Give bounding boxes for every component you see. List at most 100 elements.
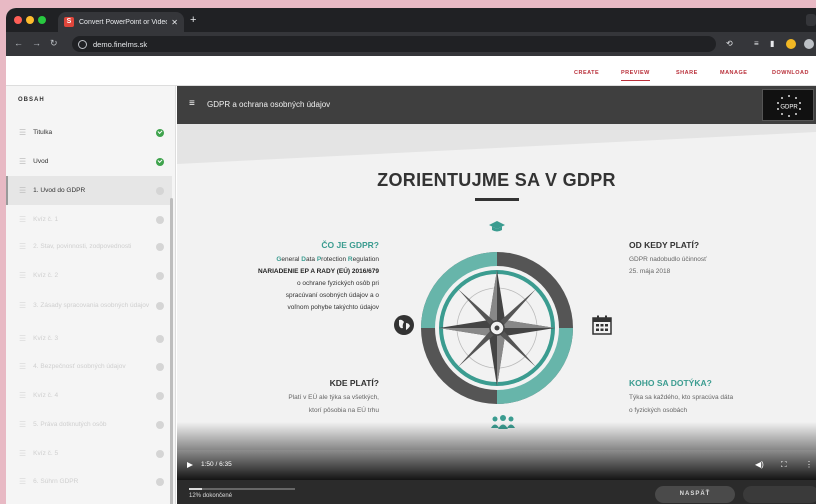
sidebar-item-label: Kvíz č. 1 bbox=[33, 216, 59, 223]
nav-manage[interactable]: MANAGE bbox=[720, 70, 747, 76]
browser-tab[interactable]: S Convert PowerPoint or Video ✕ bbox=[58, 12, 184, 32]
tab-favicon-icon: S bbox=[64, 17, 74, 27]
play-icon[interactable] bbox=[187, 462, 193, 468]
status-dot-icon bbox=[156, 215, 164, 224]
drag-handle-icon: ☰ bbox=[19, 419, 27, 429]
calendar-icon bbox=[592, 315, 612, 335]
sidebar-item-label: Kvíz č. 4 bbox=[33, 392, 59, 399]
tab-close-icon[interactable]: ✕ bbox=[171, 18, 178, 27]
graduation-cap-icon bbox=[489, 221, 505, 232]
next-button[interactable] bbox=[743, 486, 816, 503]
reload-icon[interactable]: ↻ bbox=[50, 38, 58, 49]
sidebar-item-label: 3. Zásady spracovania osobných údajov bbox=[33, 301, 150, 309]
status-dot-icon bbox=[156, 477, 164, 486]
fullscreen-icon[interactable]: ⛶ bbox=[781, 460, 787, 470]
address-bar[interactable]: demo.finelms.sk bbox=[72, 36, 716, 52]
logo-text: GDPR bbox=[780, 105, 798, 111]
sidebar-item-bezpecnost[interactable]: ☰ 4. Bezpečnosť osobných údajov bbox=[6, 352, 172, 381]
sidebar-item-zasady[interactable]: ☰ 3. Zásady spracovania osobných údajov bbox=[6, 289, 172, 322]
maximize-window-button[interactable] bbox=[38, 16, 46, 24]
back-arrow-icon[interactable]: ← bbox=[14, 38, 23, 48]
drag-handle-icon: ☰ bbox=[19, 333, 27, 343]
back-button[interactable]: NASPÄŤ bbox=[655, 486, 735, 503]
what-heading: ČO JE GDPR? bbox=[321, 240, 379, 250]
status-dot-icon bbox=[156, 301, 164, 310]
extension-icon[interactable]: ⟲ bbox=[726, 39, 733, 48]
menu-icon[interactable]: ≡ bbox=[189, 99, 195, 109]
drag-handle-icon: ☰ bbox=[19, 361, 27, 371]
drag-handle-icon: ☰ bbox=[19, 476, 27, 486]
what-line-2: NARIADENIE EP A RADY (EÚ) 2016/679 bbox=[257, 268, 379, 275]
sidebar-item-stav[interactable]: ☰ 2. Stav, povinnosti, zodpovednosti bbox=[6, 232, 172, 261]
reading-list-icon[interactable]: ≡ bbox=[754, 39, 759, 48]
status-dot-icon bbox=[156, 391, 164, 400]
browser-window: S Convert PowerPoint or Video ✕ + ← → ↻ … bbox=[6, 8, 816, 504]
where-heading: KDE PLATÍ? bbox=[329, 378, 379, 388]
gdpr-logo: GDPR bbox=[762, 89, 814, 121]
sidebar-item-label: 6. Súhrn GDPR bbox=[33, 478, 79, 485]
progress-label: 12% dokončené bbox=[189, 493, 233, 499]
video-controls: 1:50 / 6:35 ◀) ⛶ ⋮ bbox=[177, 450, 816, 480]
volume-icon[interactable]: ◀) bbox=[755, 460, 764, 469]
what-line-4: spracúvaní osobných údajov a o bbox=[285, 292, 379, 299]
tab-search-button[interactable] bbox=[806, 14, 816, 26]
what-line-5: voľnom pohybe takýchto údajov bbox=[287, 304, 379, 311]
status-dot-icon bbox=[156, 362, 164, 371]
status-dot-icon bbox=[156, 449, 164, 458]
sidebar-item-label: Kvíz č. 2 bbox=[33, 272, 59, 279]
extension-badge-icon[interactable] bbox=[786, 39, 796, 49]
sidebar-item-uvod-do-gdpr[interactable]: ☰ 1. Úvod do GDPR bbox=[6, 176, 172, 205]
browser-toolbar: ← → ↻ demo.finelms.sk ⟲ ≡ ▮ bbox=[6, 32, 816, 56]
status-dot-icon bbox=[156, 186, 164, 195]
more-options-icon[interactable]: ⋮ bbox=[805, 460, 813, 469]
sidebar-item-label: Kvíz č. 3 bbox=[33, 335, 59, 342]
sidebar-item-kviz-4[interactable]: ☰ Kvíz č. 4 bbox=[6, 381, 172, 410]
sidebar-item-prava[interactable]: ☰ 5. Práva dotknutých osôb bbox=[6, 410, 172, 439]
sidebar-item-kviz-3[interactable]: ☰ Kvíz č. 3 bbox=[6, 324, 172, 353]
completed-check-icon bbox=[156, 128, 164, 137]
new-tab-button[interactable]: + bbox=[190, 14, 196, 26]
drag-handle-icon: ☰ bbox=[19, 270, 27, 280]
status-dot-icon bbox=[156, 242, 164, 251]
where-line-2: ktorí pôsobia na EÚ trhu bbox=[308, 407, 379, 414]
forward-arrow-icon[interactable]: → bbox=[32, 38, 41, 48]
course-title: GDPR a ochrana osobných údajov bbox=[207, 100, 331, 109]
nav-create[interactable]: CREATE bbox=[574, 70, 599, 76]
since-line-2: 25. mája 2018 bbox=[629, 268, 671, 275]
sidebar-item-suhrn[interactable]: ☰ 6. Súhrn GDPR bbox=[6, 467, 172, 496]
sidebar-item-label: Úvod bbox=[33, 158, 49, 165]
tab-bar: S Convert PowerPoint or Video ✕ + bbox=[6, 8, 816, 32]
sidepanel-icon[interactable]: ▮ bbox=[770, 39, 774, 48]
nav-preview[interactable]: PREVIEW bbox=[621, 70, 650, 81]
profile-avatar[interactable] bbox=[804, 39, 814, 49]
sidebar-item-uvod[interactable]: ☰ Úvod bbox=[6, 147, 172, 176]
nav-share[interactable]: SHARE bbox=[676, 70, 698, 76]
sidebar-scrollbar[interactable] bbox=[170, 198, 173, 504]
close-window-button[interactable] bbox=[14, 16, 22, 24]
who-line-1: Týka sa každého, kto spracúva dáta bbox=[629, 394, 734, 401]
status-dot-icon bbox=[156, 271, 164, 280]
minimize-window-button[interactable] bbox=[26, 16, 34, 24]
course-footer: 12% dokončené NASPÄŤ bbox=[177, 480, 816, 504]
globe-icon bbox=[394, 315, 414, 335]
video-slide[interactable]: ZORIENTUJME SA V GDPR ČO JE GDPR? Genera… bbox=[177, 124, 816, 450]
site-info-icon[interactable] bbox=[78, 39, 87, 49]
who-heading: KOHO SA DOTÝKA? bbox=[629, 378, 712, 388]
compass-graphic bbox=[421, 252, 573, 404]
since-line-1: GDPR nadobudlo účinnosť bbox=[629, 256, 707, 263]
sidebar-item-label: 1. Úvod do GDPR bbox=[33, 187, 86, 194]
drag-handle-icon: ☰ bbox=[19, 448, 27, 458]
sidebar-header: OBSAH bbox=[18, 97, 45, 103]
sidebar-item-label: 2. Stav, povinnosti, zodpovednosti bbox=[33, 243, 132, 250]
nav-download[interactable]: DOWNLOAD bbox=[772, 70, 809, 76]
sidebar-item-label: Kvíz č. 5 bbox=[33, 450, 59, 457]
sidebar-item-kviz-5[interactable]: ☰ Kvíz č. 5 bbox=[6, 439, 172, 468]
url-text: demo.finelms.sk bbox=[93, 39, 148, 49]
what-line-3: o ochrane fyzických osôb pri bbox=[296, 280, 379, 287]
sidebar-item-kviz-1[interactable]: ☰ Kvíz č. 1 bbox=[6, 205, 172, 234]
top-navigation: CREATE PREVIEW SHARE MANAGE DOWNLOAD bbox=[6, 56, 816, 86]
drag-handle-icon: ☰ bbox=[19, 185, 27, 195]
sidebar-item-titulka[interactable]: ☰ Titulka bbox=[6, 118, 172, 147]
tab-title: Convert PowerPoint or Video bbox=[79, 18, 168, 26]
sidebar-item-kviz-2[interactable]: ☰ Kvíz č. 2 bbox=[6, 261, 172, 290]
